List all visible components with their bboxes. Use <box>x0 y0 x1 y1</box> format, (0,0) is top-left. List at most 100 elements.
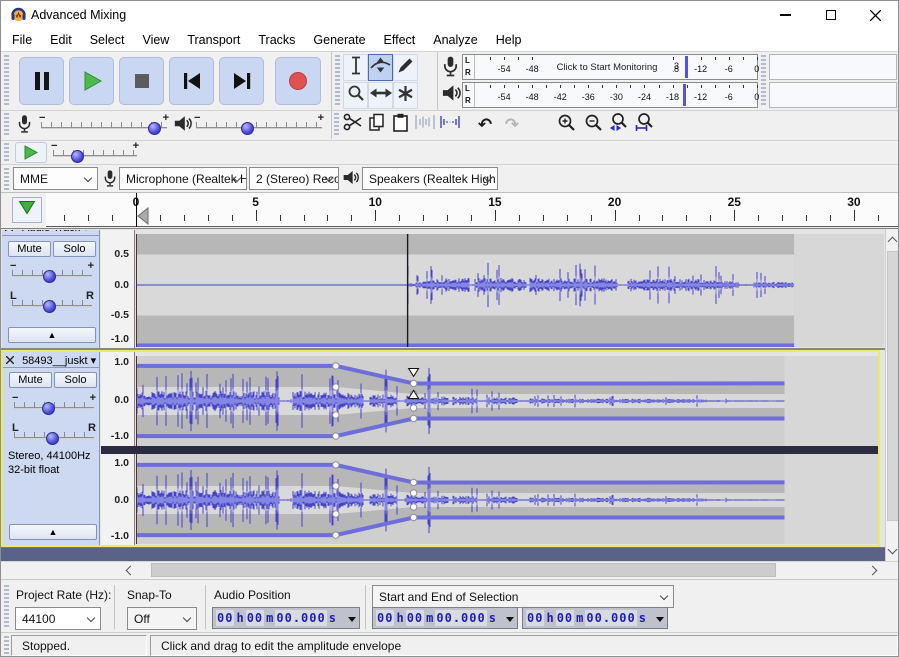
slider-thumb[interactable] <box>71 150 84 163</box>
multi-tool-button[interactable] <box>393 82 418 109</box>
menu-item-file[interactable]: File <box>3 30 41 50</box>
vscroll-thumb[interactable] <box>887 251 899 521</box>
envelope-control-point[interactable] <box>410 415 416 421</box>
recording-device-select[interactable]: Microphone (Realtek High <box>119 167 247 190</box>
envelope-control-point[interactable] <box>410 490 416 496</box>
hscroll-thumb[interactable] <box>151 563 776 577</box>
playback-volume-slider[interactable]: −+ <box>194 113 324 135</box>
menu-item-help[interactable]: Help <box>487 30 531 50</box>
envelope-tool-button[interactable] <box>368 54 393 81</box>
playback-meter[interactable]: LR-54-48-42-36-30-24-18-12-60 <box>462 82 758 108</box>
track1-title[interactable]: Audio Track <box>22 230 80 234</box>
menu-item-select[interactable]: Select <box>81 30 134 50</box>
playspeed-toolbar-grip[interactable] <box>4 143 9 163</box>
slider-thumb[interactable] <box>43 270 56 283</box>
envelope-control-point[interactable] <box>333 363 339 369</box>
track2-control-panel[interactable]: 58493__juskt ▾ Mute Solo Stereo, 44100Hz… <box>3 352 100 545</box>
menu-item-generate[interactable]: Generate <box>304 30 374 50</box>
track1-solo-button[interactable]: Solo <box>53 241 96 257</box>
zoom-in-button[interactable] <box>554 112 578 137</box>
track1-pan-slider[interactable]: LR <box>10 291 94 313</box>
track2-right-waveform[interactable] <box>136 454 878 544</box>
paste-button[interactable] <box>388 112 412 137</box>
envelope-control-point[interactable] <box>410 514 416 520</box>
timefield-dropdown-icon[interactable] <box>656 617 664 622</box>
zoom-tool-button[interactable] <box>343 82 368 109</box>
track2-title-dropdown-icon[interactable]: ▾ <box>91 355 97 367</box>
audio-position-field[interactable]: 00h00m00.000s <box>212 607 360 629</box>
menu-item-transport[interactable]: Transport <box>178 30 249 50</box>
recording-meter[interactable]: LR-54-48-42-36-30-24-18-12-60Click to St… <box>462 54 758 80</box>
recording-meter-mic-icon[interactable] <box>442 55 459 83</box>
envelope-control-point[interactable] <box>333 511 339 517</box>
skip-to-start-button[interactable] <box>169 57 214 105</box>
transport-toolbar-grip[interactable] <box>4 55 9 107</box>
vscroll-up-arrow[interactable] <box>886 233 899 247</box>
track1-collapse-button[interactable]: ▲ <box>8 327 96 343</box>
track2-close-icon[interactable] <box>6 355 14 367</box>
track1-vertical-ruler[interactable]: 0.50.0-0.5-1.0 <box>101 230 135 348</box>
envelope-control-point[interactable] <box>333 412 339 418</box>
slider-thumb[interactable] <box>241 122 254 135</box>
playback-device-select[interactable]: Speakers (Realtek High Def <box>362 167 498 190</box>
meter-monitoring-overlay[interactable]: Click to Start Monitoring <box>541 56 673 78</box>
track1-title-dropdown-icon[interactable]: ▾ <box>83 230 89 234</box>
draw-tool-button[interactable] <box>393 54 418 81</box>
redo-button[interactable]: ↷ <box>500 112 524 137</box>
minimize-button[interactable] <box>763 1 808 29</box>
recording-channels-select[interactable]: 2 (Stereo) Recor <box>249 167 339 190</box>
pinned-playhead-button[interactable] <box>12 197 42 223</box>
track2-collapse-button[interactable]: ▲ <box>9 524 97 540</box>
selection-tool-button[interactable] <box>343 54 368 81</box>
zoom-selection-button[interactable] <box>607 112 631 137</box>
playback-meter-speaker-icon[interactable] <box>441 83 462 108</box>
track2-title[interactable]: 58493__juskt <box>22 355 87 367</box>
envelope-control-point[interactable] <box>333 483 339 489</box>
cut-button[interactable] <box>341 112 365 137</box>
recording-volume-slider[interactable]: −+ <box>39 113 169 135</box>
slider-thumb[interactable] <box>43 300 56 313</box>
meter-toolbar-grip[interactable] <box>761 55 766 107</box>
track2-left-channel-ruler[interactable]: 1.00.0-1.0 <box>101 352 135 446</box>
menu-item-view[interactable]: View <box>133 30 178 50</box>
track2-right-channel-ruler[interactable]: 1.00.0-1.0 <box>101 454 135 545</box>
timeline-ruler[interactable]: 051015202530 <box>46 193 899 227</box>
timefield-dropdown-icon[interactable] <box>348 617 356 622</box>
device-toolbar-grip[interactable] <box>4 168 9 190</box>
envelope-control-point[interactable] <box>410 479 416 485</box>
slider-thumb[interactable] <box>46 432 59 445</box>
envelope-control-point[interactable] <box>333 384 339 390</box>
play-button[interactable] <box>69 57 114 105</box>
track2-mute-button[interactable]: Mute <box>9 372 52 388</box>
track2-solo-button[interactable]: Solo <box>54 372 97 388</box>
maximize-button[interactable] <box>808 1 853 29</box>
play-at-speed-slider[interactable]: −+ <box>51 141 139 163</box>
track1-close-icon[interactable] <box>5 230 13 234</box>
playhead-triangle-marker[interactable] <box>137 207 149 225</box>
menu-item-edit[interactable]: Edit <box>41 30 81 50</box>
envelope-control-point[interactable] <box>410 504 416 510</box>
track1-control-panel[interactable]: Audio Track ▾ Mute Solo ▲ <box>2 230 100 348</box>
slider-thumb[interactable] <box>148 122 161 135</box>
timefield-dropdown-icon[interactable] <box>506 617 514 622</box>
skip-to-end-button[interactable] <box>219 57 264 105</box>
hscroll-right-arrow[interactable] <box>865 562 883 578</box>
fit-project-button[interactable] <box>633 112 657 137</box>
close-button[interactable] <box>853 1 898 29</box>
project-rate-select[interactable]: 44100 <box>15 607 101 630</box>
envelope-control-point[interactable] <box>333 433 339 439</box>
track1-header-clipped[interactable]: Audio Track ▾ <box>2 230 100 236</box>
track1-mute-button[interactable]: Mute <box>8 241 51 257</box>
mixer-toolbar-grip[interactable] <box>4 113 9 137</box>
track2-left-waveform[interactable] <box>136 356 878 446</box>
zoom-out-button[interactable] <box>581 112 605 137</box>
menu-item-analyze[interactable]: Analyze <box>424 30 486 50</box>
track2-channel-divider[interactable] <box>101 446 878 454</box>
tools-toolbar-grip[interactable] <box>335 55 340 107</box>
menu-item-tracks[interactable]: Tracks <box>249 30 304 50</box>
pause-button[interactable] <box>19 57 64 105</box>
record-button[interactable] <box>275 57 321 105</box>
silence-audio-button[interactable] <box>439 112 463 137</box>
vscroll-down-arrow[interactable] <box>886 544 899 558</box>
track1-waveform[interactable] <box>136 234 884 347</box>
